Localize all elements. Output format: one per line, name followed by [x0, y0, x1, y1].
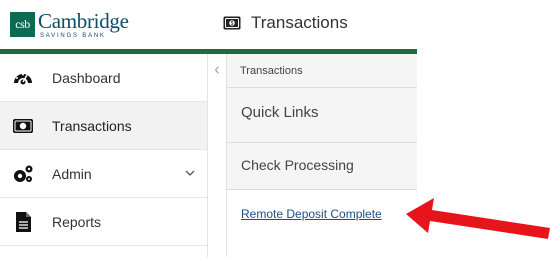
sidebar-item-transactions[interactable]: Transactions [0, 102, 207, 150]
breadcrumb[interactable]: Transactions [240, 65, 303, 77]
quick-links-heading: Quick Links [241, 104, 319, 121]
logo-mark: csb [10, 12, 35, 37]
chevron-down-icon[interactable] [185, 168, 195, 178]
dashboard-icon [14, 73, 32, 85]
red-arrow-annotation [406, 198, 550, 239]
sidebar-item-label: Admin [52, 165, 92, 182]
money-icon: $ [223, 16, 241, 30]
divider [227, 142, 417, 143]
app-header: csb Cambridge SAVINGS BANK $ Transaction… [0, 0, 557, 50]
page-title: $ Transactions [223, 12, 348, 34]
collapse-sidebar-icon[interactable] [212, 65, 222, 75]
sidebar-item-label: Transactions [52, 117, 132, 134]
sidebar: Dashboard Transactions Admin Reports [0, 54, 207, 257]
page-title-text: Transactions [251, 13, 348, 32]
remote-deposit-complete-link[interactable]: Remote Deposit Complete [241, 207, 382, 221]
sidebar-item-dashboard[interactable]: Dashboard [0, 54, 207, 102]
sidebar-item-label: Dashboard [52, 69, 121, 86]
gears-icon [14, 165, 33, 182]
check-processing-item[interactable]: Check Processing [241, 157, 354, 173]
logo-name: Cambridge [38, 9, 129, 33]
document-icon [16, 212, 31, 232]
logo-tagline: SAVINGS BANK [40, 33, 106, 39]
subnav-panel: Transactions Quick Links Check Processin… [227, 54, 417, 257]
subnav-links: Remote Deposit Complete [227, 190, 417, 257]
sidebar-divider [207, 54, 227, 257]
sidebar-item-admin[interactable]: Admin [0, 150, 207, 198]
sidebar-item-label: Reports [52, 213, 102, 230]
cambridge-logo[interactable]: csb Cambridge SAVINGS BANK [10, 7, 138, 43]
money-icon [13, 119, 33, 133]
divider [227, 87, 417, 88]
svg-text:$: $ [231, 21, 234, 27]
sidebar-item-reports[interactable]: Reports [0, 198, 207, 246]
